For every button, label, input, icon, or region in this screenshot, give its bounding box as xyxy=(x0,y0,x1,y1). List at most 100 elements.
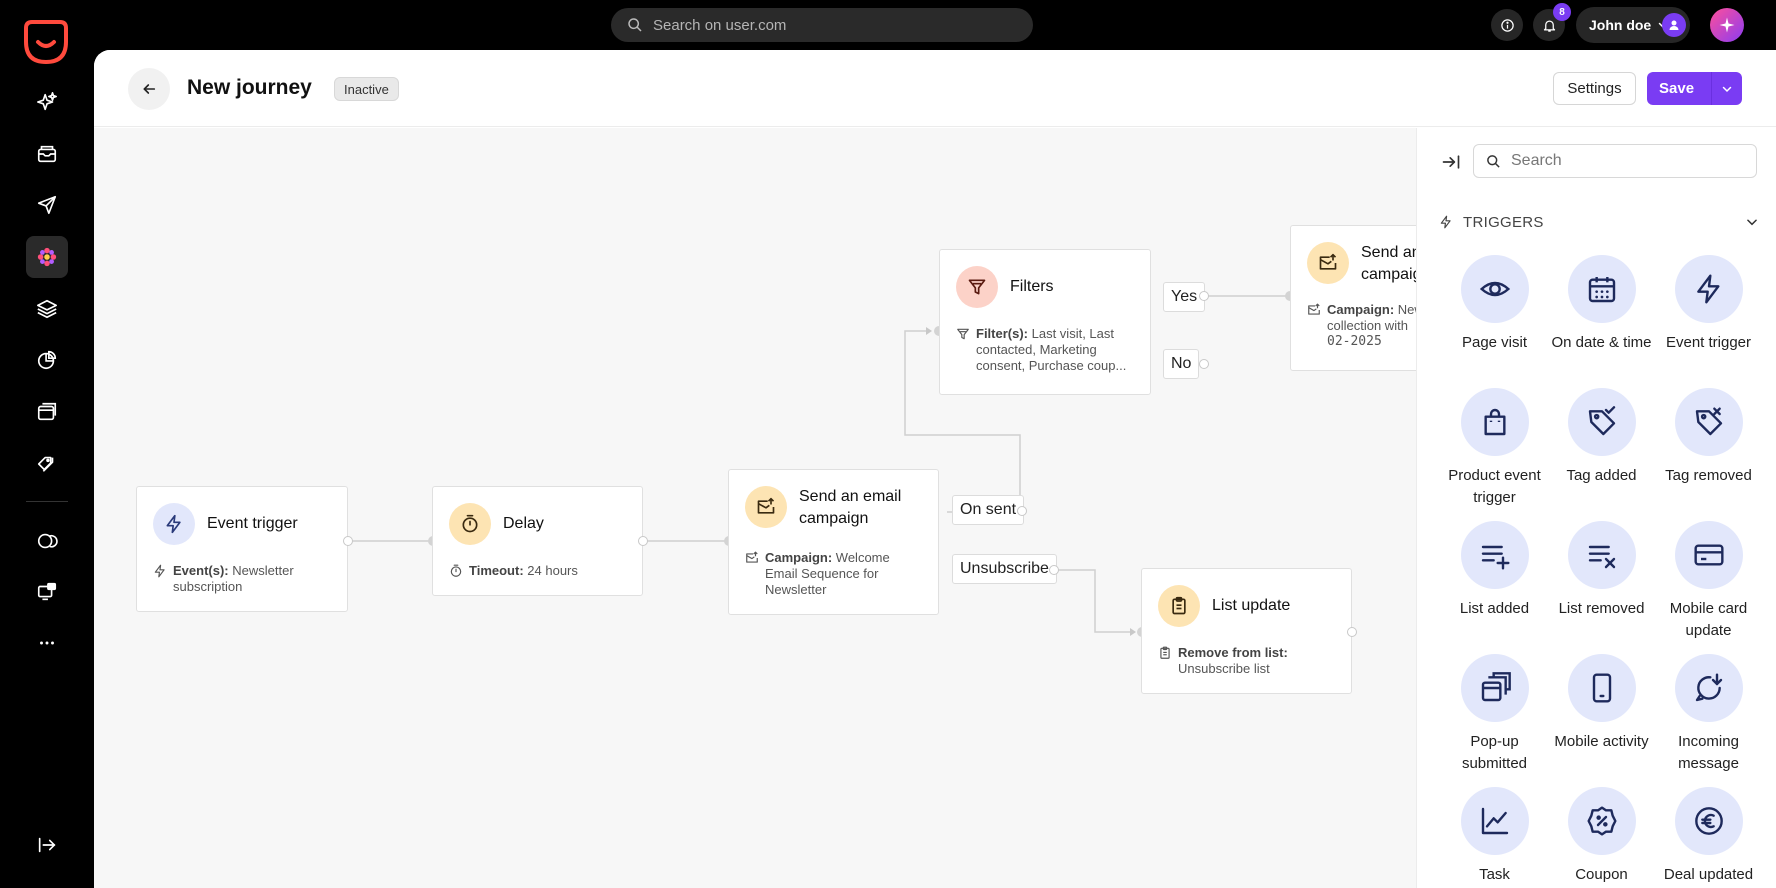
bolt-icon xyxy=(166,514,181,534)
rail-sparkles[interactable] xyxy=(26,81,68,123)
trigger-tile-event-trigger[interactable]: Event trigger xyxy=(1655,255,1762,385)
node-description: Campaign: New collection with 02-2025 xyxy=(1307,302,1416,350)
node-icon-bg xyxy=(1307,242,1349,284)
send-email-node-2[interactable]: Send an email campaign Campaign: New col… xyxy=(1290,225,1416,371)
list-add-icon xyxy=(1481,545,1510,570)
trigger-tile-product-event[interactable]: Product event trigger xyxy=(1441,388,1548,518)
output-port[interactable] xyxy=(1199,359,1209,369)
node-icon-bg xyxy=(956,266,998,308)
trigger-tile-task[interactable]: Task xyxy=(1441,787,1548,888)
rail-tags[interactable] xyxy=(26,443,68,485)
rail-inbox[interactable] xyxy=(26,133,68,175)
rail-analytics[interactable] xyxy=(26,339,68,381)
triggers-section-header[interactable]: TRIGGERS xyxy=(1439,212,1759,232)
output-port[interactable] xyxy=(1199,291,1209,301)
collapse-panel-icon[interactable] xyxy=(1441,152,1461,172)
trigger-tile-tag-added[interactable]: Tag added xyxy=(1548,388,1655,518)
node-title: Send an email campaign xyxy=(1361,244,1416,283)
trigger-tile-list-removed[interactable]: List removed xyxy=(1548,521,1655,651)
trigger-tile-mobile-card-update[interactable]: Mobile card update xyxy=(1655,521,1762,651)
rail-send[interactable] xyxy=(26,184,68,226)
output-port[interactable] xyxy=(638,536,648,546)
global-search-input[interactable]: Search on user.com xyxy=(611,8,1033,42)
output-port[interactable] xyxy=(1017,506,1027,516)
save-button[interactable]: Save xyxy=(1647,80,1711,97)
left-rail xyxy=(0,0,94,888)
rail-screen-chat[interactable] xyxy=(26,571,68,613)
rail-automation[interactable] xyxy=(26,236,68,278)
screen-chat-icon xyxy=(37,582,57,601)
clipboard-icon xyxy=(1172,596,1186,615)
ai-assistant-button[interactable] xyxy=(1710,8,1744,42)
settings-button[interactable]: Settings xyxy=(1553,72,1636,105)
info-button[interactable] xyxy=(1491,9,1523,41)
list-update-node[interactable]: List update Remove from list: Unsubscrib… xyxy=(1141,568,1352,694)
send-email-node[interactable]: Send an email campaign Campaign: Welcome… xyxy=(728,469,939,615)
output-port[interactable] xyxy=(1049,565,1059,575)
output-port[interactable] xyxy=(1347,627,1357,637)
trigger-tile-tag-removed[interactable]: Tag removed xyxy=(1655,388,1762,518)
node-title: Delay xyxy=(503,515,544,532)
trigger-icon-bg xyxy=(1675,255,1743,323)
save-options-button[interactable] xyxy=(1712,72,1742,105)
journey-canvas[interactable]: Event trigger Event(s): Newsletter subsc… xyxy=(94,128,1416,888)
trigger-label: Product event trigger xyxy=(1448,467,1541,506)
notifications-button[interactable]: 8 xyxy=(1533,3,1571,41)
rail-expand[interactable] xyxy=(26,824,68,866)
trigger-icon-bg xyxy=(1675,787,1743,855)
main-panel: New journey Inactive Settings Save Event… xyxy=(94,50,1776,888)
trigger-label: Task xyxy=(1479,866,1510,883)
card-icon xyxy=(1694,544,1724,566)
rail-window[interactable] xyxy=(26,391,68,433)
node-description: Event(s): Newsletter subscription xyxy=(153,563,333,595)
sidebar-search[interactable] xyxy=(1473,144,1757,178)
trigger-tile-coupon[interactable]: Coupon xyxy=(1548,787,1655,888)
page-title: New journey xyxy=(187,76,312,99)
rail-layers[interactable] xyxy=(26,288,68,330)
mail-send-icon xyxy=(757,497,775,514)
trigger-tile-incoming-message[interactable]: Incoming message xyxy=(1655,654,1762,784)
node-desc-key: Remove from list: xyxy=(1178,645,1288,660)
tag-check-icon xyxy=(1588,406,1616,436)
user-menu-button[interactable]: John doe xyxy=(1576,7,1690,43)
delay-node[interactable]: Delay Timeout: 24 hours xyxy=(432,486,643,596)
chat-bubbles-icon xyxy=(37,533,58,549)
node-desc-key: Campaign: xyxy=(1327,302,1395,317)
output-port[interactable] xyxy=(343,536,353,546)
edge-label-unsubscribe[interactable]: Unsubscribe xyxy=(952,554,1057,584)
node-icon-bg xyxy=(153,503,195,545)
rail-chat[interactable] xyxy=(26,520,68,562)
edge-label-no[interactable]: No xyxy=(1163,349,1200,379)
filters-node[interactable]: Filters Filter(s): Last visit, Last cont… xyxy=(939,249,1151,395)
mail-send-icon xyxy=(1319,253,1337,270)
trigger-icon-bg xyxy=(1675,388,1743,456)
chevron-down-icon xyxy=(1722,86,1732,92)
trigger-tile-popup-submitted[interactable]: Pop-up submitted xyxy=(1441,654,1548,784)
trigger-tile-deal-updated[interactable]: Deal updated xyxy=(1655,787,1762,888)
rail-more[interactable] xyxy=(26,622,68,664)
trigger-label: Incoming message xyxy=(1678,733,1739,772)
edge-label-on-sent[interactable]: On sent xyxy=(952,495,1025,525)
trigger-label: List removed xyxy=(1558,600,1645,617)
usercom-logo[interactable] xyxy=(24,18,68,66)
trigger-tile-on-date-time[interactable]: On date & time xyxy=(1548,255,1655,385)
trigger-tile-page-visit[interactable]: Page visit xyxy=(1441,255,1548,385)
trigger-label: Mobile card update xyxy=(1669,600,1748,639)
trigger-label: Mobile activity xyxy=(1554,733,1649,750)
trigger-icon-bg xyxy=(1675,654,1743,722)
node-title: List update xyxy=(1212,597,1291,614)
trigger-tile-list-added[interactable]: List added xyxy=(1441,521,1548,651)
node-description: Campaign: Welcome Email Sequence for New… xyxy=(745,550,925,598)
trigger-icon-bg xyxy=(1461,787,1529,855)
trigger-icon-bg xyxy=(1461,255,1529,323)
event-trigger-node[interactable]: Event trigger Event(s): Newsletter subsc… xyxy=(136,486,348,612)
sidebar-search-input[interactable] xyxy=(1511,152,1741,170)
expand-sidebar-icon xyxy=(38,837,56,853)
euro-icon xyxy=(1695,807,1723,835)
trigger-tile-mobile-activity[interactable]: Mobile activity xyxy=(1548,654,1655,784)
automation-icon xyxy=(37,247,57,267)
avatar xyxy=(1662,13,1686,37)
back-button[interactable] xyxy=(128,68,170,110)
analytics-icon xyxy=(37,350,57,370)
trigger-icon-bg xyxy=(1675,521,1743,589)
